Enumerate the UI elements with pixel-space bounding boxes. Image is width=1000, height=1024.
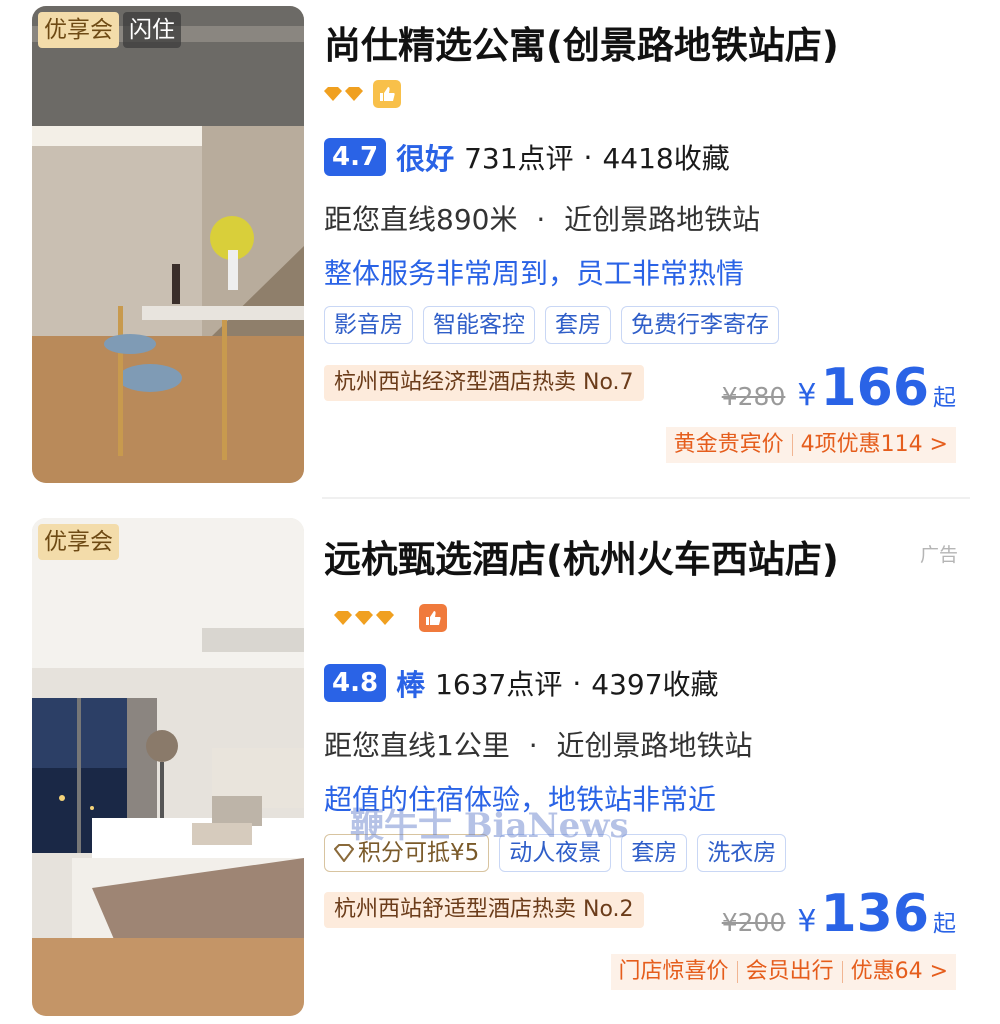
ad-label: 广告 (919, 544, 958, 566)
current-price: 136 (820, 884, 929, 944)
diamond-icon (324, 87, 342, 101)
distance-text: 距您直线1公里 (324, 729, 510, 762)
feature-tag: 影音房 (324, 306, 413, 344)
hotel-grade-row (324, 80, 401, 108)
diamond-icon (334, 610, 352, 625)
grade-label: 很好 (396, 142, 455, 176)
member-badge: 优享会 (38, 524, 119, 560)
review-snippet: 超值的住宿体验，地铁站非常近 (324, 783, 717, 816)
review-count: 731点评 (464, 142, 574, 175)
original-price: ¥200 (721, 908, 786, 937)
diamond-icon (355, 610, 373, 625)
review-count: 1637点评 (435, 668, 563, 701)
hotel-name[interactable]: 尚仕精选公寓(创景路地铁站店) (324, 18, 884, 74)
favorite-count: 4418收藏 (602, 142, 730, 175)
promo-bar[interactable]: 黄金贵宾价 4项优惠114 > (665, 427, 956, 463)
nearby-text: 近创景路地铁站 (556, 729, 753, 762)
points-diamond-icon (334, 844, 354, 862)
dot-separator: · (583, 140, 593, 174)
price-block: ¥280 ¥ 166 起 (722, 358, 956, 418)
promo-member: 会员出行 (745, 959, 834, 984)
price-block: ¥200 ¥ 136 起 (722, 884, 956, 944)
hotel-name[interactable]: 远杭甄选酒店(杭州火车西站店) (324, 532, 884, 644)
feature-tag: 洗衣房 (697, 834, 787, 872)
grade-label: 棒 (396, 668, 426, 702)
member-badge: 优享会 (38, 12, 119, 48)
distance-row: 距您直线1公里 · 近创景路地铁站 (324, 724, 753, 764)
currency-symbol: ¥ (797, 378, 817, 413)
current-price: 166 (820, 358, 929, 418)
favorite-count: 4397收藏 (591, 668, 719, 701)
rating-row[interactable]: 4.7 很好 731点评 · 4418收藏 (324, 136, 730, 178)
points-tag-text: 积分可抵¥5 (358, 840, 480, 866)
promo-label: 门店惊喜价 (618, 959, 729, 984)
diamond-rating (324, 87, 363, 101)
score-badge: 4.7 (324, 138, 387, 176)
rating-row[interactable]: 4.8 棒 1637点评 · 4397收藏 (324, 662, 719, 704)
dot-separator: · (536, 203, 546, 236)
price-suffix: 起 (933, 385, 956, 411)
distance-row: 距您直线890米 · 近创景路地铁站 (324, 198, 760, 238)
feature-tags: 积分可抵¥5 动人夜景 套房 洗衣房 (324, 834, 787, 872)
feature-tag: 套房 (621, 834, 688, 872)
room-photo-loft (32, 6, 304, 483)
review-snippet: 整体服务非常周到，员工非常热情 (324, 257, 745, 290)
promo-discount: 优惠64 > (850, 959, 948, 984)
dot-separator: · (528, 729, 538, 762)
diamond-icon (376, 610, 394, 625)
distance-text: 距您直线890米 (324, 203, 518, 236)
points-tag: 积分可抵¥5 (324, 834, 490, 872)
promo-label: 黄金贵宾价 (673, 432, 784, 457)
hotel-name-text: 远杭甄选酒店(杭州火车西站店) (324, 538, 839, 581)
promo-bar[interactable]: 门店惊喜价 会员出行 优惠64 > (610, 954, 956, 990)
feature-tag: 套房 (545, 306, 611, 344)
currency-symbol: ¥ (797, 904, 817, 939)
ranking-badge[interactable]: 杭州西站经济型酒店热卖 No.7 (324, 365, 644, 401)
thumbs-up-icon (373, 80, 401, 108)
feature-tags: 影音房 智能客控 套房 免费行李寄存 (324, 306, 779, 344)
hotel-photo[interactable]: 优享会 闪住 (32, 6, 304, 483)
hotel-photo[interactable]: 优享会 (32, 518, 304, 1016)
hotel-card[interactable]: 优享会 远杭甄选酒店(杭州火车西站店) 广告 4.8 棒 1637点评 · 43… (0, 510, 1000, 1024)
room-photo-bedroom (32, 518, 304, 1016)
dot-separator: · (572, 666, 582, 700)
hotel-card[interactable]: 优享会 闪住 尚仕精选公寓(创景路地铁站店) 4.7 很好 731点评 · 44… (0, 0, 1000, 500)
promo-discount: 4项优惠114 > (800, 432, 948, 457)
price-suffix: 起 (933, 911, 956, 937)
feature-tag: 免费行李寄存 (621, 306, 779, 344)
thumbs-up-icon (418, 603, 447, 632)
feature-tag: 动人夜景 (499, 834, 612, 872)
score-badge: 4.8 (324, 664, 387, 702)
ranking-badge[interactable]: 杭州西站舒适型酒店热卖 No.2 (324, 892, 644, 928)
card-divider (322, 497, 970, 499)
feature-tag: 智能客控 (423, 306, 535, 344)
diamond-rating (334, 610, 394, 625)
nearby-text: 近创景路地铁站 (564, 203, 761, 236)
original-price: ¥280 (721, 382, 786, 411)
diamond-icon (345, 87, 363, 101)
flash-stay-badge: 闪住 (123, 12, 181, 48)
